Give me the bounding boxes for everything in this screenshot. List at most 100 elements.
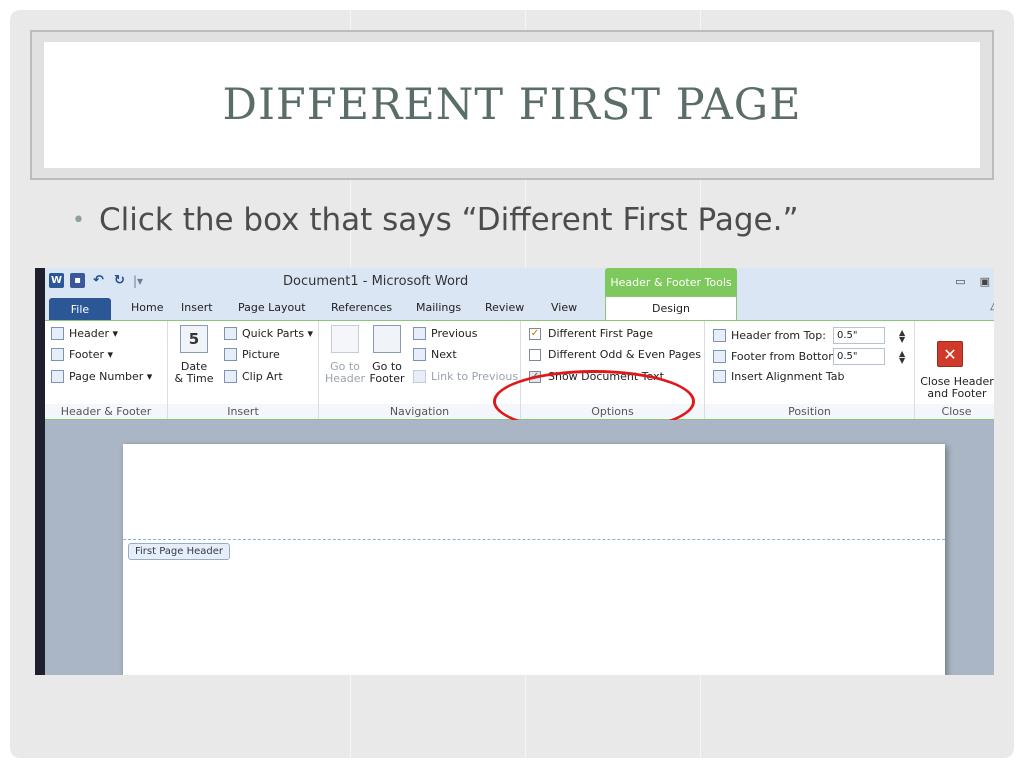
group-navigation: Go to Header Go to Footer Previous Next Li… [319,321,521,419]
ribbon: Header ▾ Footer ▾ Page Number ▾ Header &… [45,320,994,433]
different-first-page-label: Different First Page [548,327,653,340]
window-title: Document1 - Microsoft Word [283,274,469,289]
title-box: DIFFERENT FIRST PAGE [44,42,980,168]
tab-page-layout[interactable]: Page Layout [238,301,306,314]
link-to-previous-button[interactable]: Link to Previous [413,370,518,383]
go-to-footer-icon [373,325,401,353]
first-page-header-tag: First Page Header [128,543,231,560]
tab-view[interactable]: View [551,301,577,314]
tab-mailings[interactable]: Mailings [416,301,461,314]
page-number-label: Page Number ▾ [69,370,153,383]
word-window-screenshot: W ▪ ↶ ↻ |▾ Document1 - Microsoft Word He… [35,268,994,675]
go-to-footer-line2: Footer [369,372,405,385]
header-label: Header ▾ [69,327,119,340]
next-label: Next [431,348,457,361]
next-icon [413,348,426,361]
title-frame: DIFFERENT FIRST PAGE [30,30,994,180]
group-label-position: Position [705,404,914,419]
bullet-dot-icon: • [72,207,85,233]
footer-button[interactable]: Footer ▾ [51,348,113,361]
different-odd-even-label: Different Odd & Even Pages [548,348,701,361]
group-label-navigation: Navigation [319,404,520,419]
slide: DIFFERENT FIRST PAGE • Click the box tha… [10,10,1014,758]
tab-references[interactable]: References [331,301,392,314]
undo-icon[interactable]: ↶ [91,273,106,288]
quick-access-toolbar: W ▪ ↶ ↻ |▾ [49,273,143,288]
calendar-icon: 5 [180,325,208,353]
time-label: & Time [174,372,214,385]
footer-from-bottom-label: Footer from Bottom: [731,350,843,363]
group-close: ✕ Close Header and Footer Close [915,321,994,419]
header-boundary-line [123,539,945,540]
clip-art-label: Clip Art [242,370,283,383]
close-icon: ✕ [937,341,963,367]
tab-home[interactable]: Home [131,301,163,314]
link-to-previous-label: Link to Previous [431,370,519,383]
checkmark-icon: ✓ [529,327,541,340]
insert-alignment-tab-label: Insert Alignment Tab [731,370,845,383]
previous-button[interactable]: Previous [413,327,478,340]
footer-from-bottom-row: Footer from Bottom: 0.5" ▲ ▼ [713,348,905,365]
previous-icon [413,327,426,340]
go-to-header-line2: Header [324,372,366,385]
group-position: Header from Top: 0.5" ▲ ▼ Footer from Botto… [705,321,915,419]
previous-label: Previous [431,327,478,340]
alignment-tab-icon [713,370,726,383]
clip-art-button[interactable]: Clip Art [224,370,283,383]
picture-label: Picture [242,348,280,361]
go-to-header-icon [331,325,359,353]
word-app-icon[interactable]: W [49,273,64,288]
quick-parts-icon [224,327,237,340]
document-area: First Page Header [45,420,994,675]
different-first-page-checkbox[interactable]: ✓ Different First Page [529,327,653,340]
page-number-button[interactable]: Page Number ▾ [51,370,152,383]
header-from-top-row: Header from Top: 0.5" ▲ ▼ [713,327,905,344]
picture-button[interactable]: Picture [224,348,280,361]
document-page[interactable]: First Page Header [123,444,945,675]
group-label-header-footer: Header & Footer [45,404,167,419]
spinner-icon[interactable]: ▲ ▼ [899,349,905,364]
minimize-ribbon-icon[interactable]: △ [990,301,994,312]
header-from-top-input[interactable]: 0.5" [833,327,885,344]
different-odd-even-checkbox[interactable]: Different Odd & Even Pages [529,348,701,361]
page-number-icon [51,370,64,383]
insert-alignment-tab-button[interactable]: Insert Alignment Tab [713,370,845,383]
date-time-label: Date & Time [174,361,214,385]
redo-icon[interactable]: ↻ [112,273,127,288]
spinner-icon[interactable]: ▲ ▼ [899,328,905,343]
tab-review[interactable]: Review [485,301,524,314]
header-from-top-label: Header from Top: [731,329,826,342]
bullet-item: • Click the box that says “Different Fir… [72,202,799,238]
header-position-icon [713,329,726,342]
tab-design[interactable]: Design [605,296,737,320]
quick-parts-button[interactable]: Quick Parts ▾ [224,327,313,340]
group-insert: 5 Date & Time Quick Parts ▾ Picture Clip … [168,321,319,419]
footer-label: Footer ▾ [69,348,114,361]
customize-qat-icon[interactable]: |▾ [133,274,143,288]
go-to-footer-label: Go to Footer [367,361,407,385]
word-title-bar: W ▪ ↶ ↻ |▾ Document1 - Microsoft Word He… [45,268,994,296]
picture-icon [224,348,237,361]
bullet-text: Click the box that says “Different First… [98,202,799,238]
tab-file[interactable]: File [49,298,111,320]
close-header-footer-label: Close Header and Footer [917,376,994,400]
close-label-line2: and Footer [927,387,987,400]
save-icon[interactable]: ▪ [70,273,85,288]
group-label-close: Close [915,404,994,419]
tab-insert[interactable]: Insert [181,301,213,314]
footer-from-bottom-input[interactable]: 0.5" [833,348,885,365]
unchecked-box-icon [529,348,541,361]
header-footer-tools-context: Header & Footer Tools [605,268,737,296]
footer-icon [51,348,64,361]
footer-position-icon [713,350,726,363]
clip-art-icon [224,370,237,383]
header-icon [51,327,64,340]
group-header-footer: Header ▾ Footer ▾ Page Number ▾ Header &… [45,321,168,419]
restore-icon[interactable]: ▣ [980,275,990,288]
link-icon [413,370,426,383]
minimize-icon[interactable]: ▭ [955,275,965,288]
next-button[interactable]: Next [413,348,457,361]
header-button[interactable]: Header ▾ [51,327,118,340]
ribbon-tabs: File Home Insert Page Layout References … [45,296,994,320]
window-controls: ▭ ▣ [955,275,990,288]
